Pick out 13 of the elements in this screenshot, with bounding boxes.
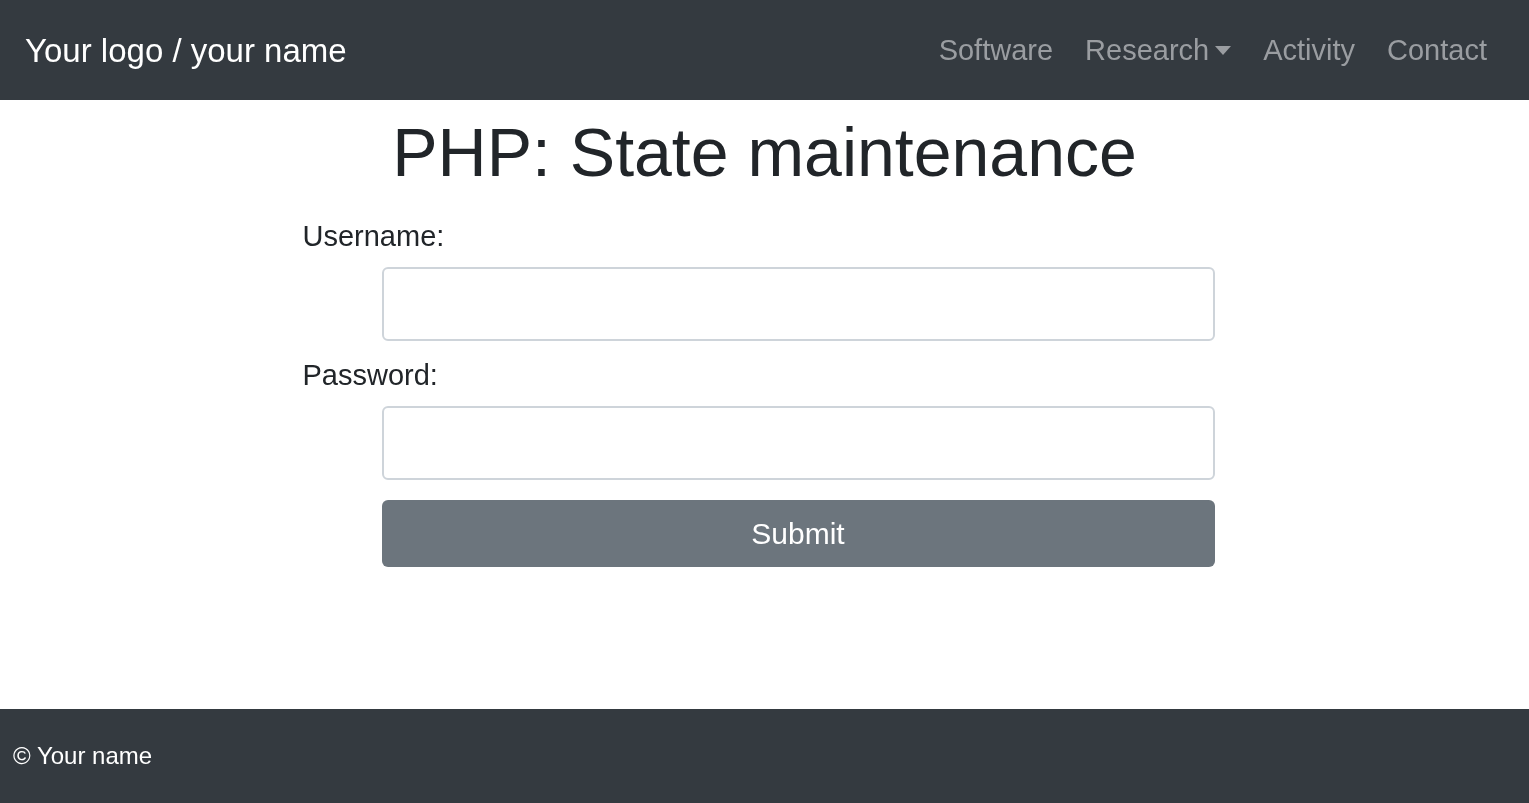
input-field[interactable]: [381, 267, 1215, 341]
copyright-text: © Your name: [13, 741, 153, 771]
nav-link[interactable]: Activity: [1263, 35, 1356, 65]
nav-link[interactable]: Contact: [1387, 35, 1487, 65]
field-label: Username:: [302, 222, 446, 251]
caret-icon: [1215, 45, 1232, 55]
submit-button[interactable]: Submit: [381, 500, 1215, 567]
dropdown-link[interactable]: Research: [1085, 35, 1232, 65]
nav-link[interactable]: Software: [938, 35, 1054, 65]
brand-link[interactable]: Your logo / your name: [25, 33, 347, 67]
input-field[interactable]: [381, 406, 1215, 480]
field-label: Password:: [302, 361, 439, 390]
page-heading: PHP: State maintenance: [392, 118, 1137, 190]
